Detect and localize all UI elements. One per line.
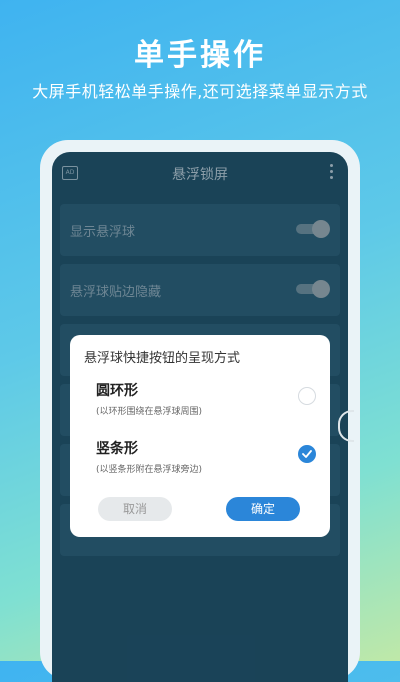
option-title: 圆环形 xyxy=(96,383,138,399)
display-mode-dialog: 悬浮球快捷按钮的呈现方式 圆环形 (以环形围绕在悬浮球周围) 竖条形 (以竖条形… xyxy=(70,335,330,537)
check-icon xyxy=(302,450,312,458)
ok-button[interactable]: 确定 xyxy=(226,497,300,521)
radio-unchecked[interactable] xyxy=(298,387,316,405)
hero-title: 单手操作 xyxy=(134,38,266,73)
option-bar[interactable]: 竖条形 (以竖条形附在悬浮球旁边) xyxy=(70,438,330,488)
option-desc: (以环形围绕在悬浮球周围) xyxy=(96,407,203,417)
option-ring[interactable]: 圆环形 (以环形围绕在悬浮球周围) xyxy=(70,380,330,430)
cancel-button[interactable]: 取消 xyxy=(98,497,172,521)
dialog-title: 悬浮球快捷按钮的呈现方式 xyxy=(84,351,241,366)
option-desc: (以竖条形附在悬浮球旁边) xyxy=(96,465,203,475)
hero-subtitle: 大屏手机轻松单手操作,还可选择菜单显示方式 xyxy=(32,82,368,101)
option-title: 竖条形 xyxy=(96,441,138,457)
radio-checked[interactable] xyxy=(298,445,316,463)
